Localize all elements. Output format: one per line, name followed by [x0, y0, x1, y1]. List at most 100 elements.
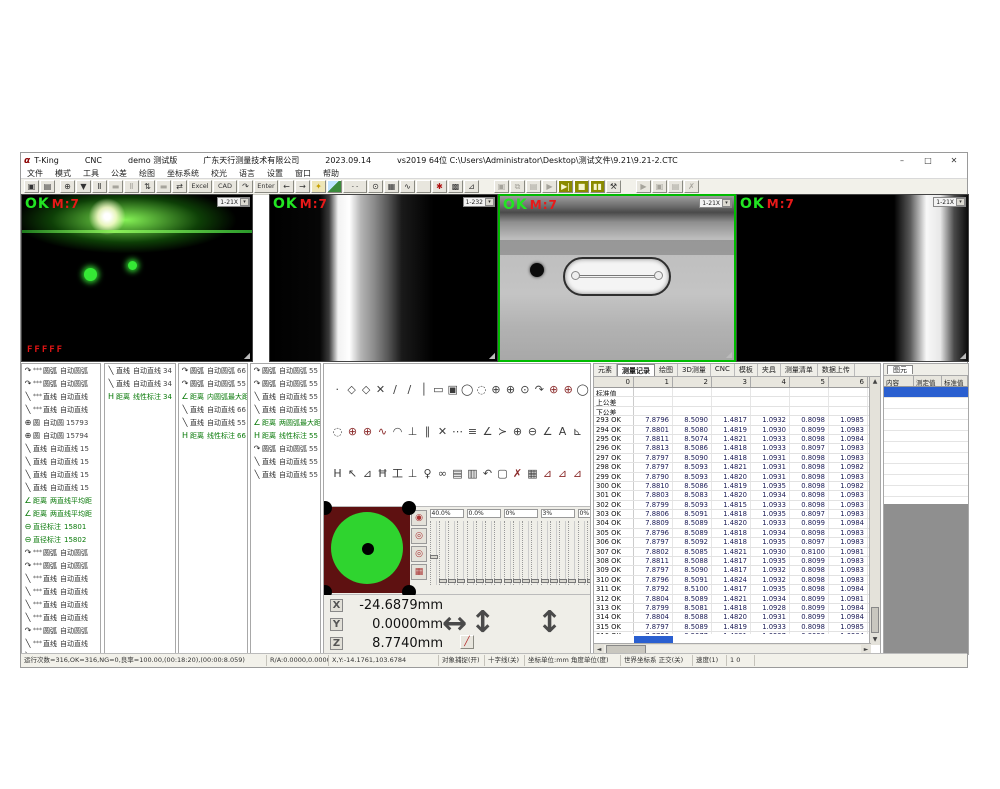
list-item[interactable]: ╲***直线自动直线: [22, 390, 100, 403]
geometry-tool-icon[interactable]: H: [330, 466, 345, 481]
element-row[interactable]: [884, 486, 968, 497]
light-slider-thumb[interactable]: [541, 579, 549, 583]
list-item[interactable]: ∠距离两直线平均距: [22, 507, 100, 520]
tab-数据上传[interactable]: 数据上传: [818, 364, 855, 376]
light-slider-thumb[interactable]: [550, 579, 558, 583]
tab-元素[interactable]: 元素: [594, 364, 617, 376]
geometry-tool-icon[interactable]: ⊾: [570, 424, 585, 439]
chart-button[interactable]: ⊿: [464, 180, 479, 193]
table-row[interactable]: 296 OK7.88138.50861.48181.09330.80971.09…: [594, 444, 880, 453]
geometry-tool-icon[interactable]: ✗: [510, 466, 525, 481]
tab-夹具[interactable]: 夹具: [758, 364, 781, 376]
image-button[interactable]: ▦: [327, 180, 342, 193]
geometry-tool-icon[interactable]: ▣: [446, 382, 460, 397]
diagonal-move-button[interactable]: ╱: [460, 635, 474, 649]
list-item[interactable]: ╲***直线自动直线: [22, 637, 100, 650]
tab-测量清单[interactable]: 测量清单: [781, 364, 818, 376]
element-row[interactable]: [884, 464, 968, 475]
list-item[interactable]: ⊕圆自动圆15794: [22, 429, 100, 442]
table-row[interactable]: 293 OK7.87968.50901.48171.09320.80981.09…: [594, 416, 880, 425]
camera-view-3[interactable]: OKM:71-21X▾◢: [498, 194, 736, 362]
light-slider-thumb[interactable]: [513, 579, 521, 583]
element-row-selected[interactable]: [884, 387, 968, 398]
geometry-tool-icon[interactable]: ∠: [480, 424, 495, 439]
cad-export-button[interactable]: CAD: [213, 180, 237, 193]
geometry-tool-icon[interactable]: ∞: [435, 466, 450, 481]
minimize-button[interactable]: –: [889, 156, 915, 165]
light-slider[interactable]: [578, 521, 585, 585]
list-item[interactable]: ╲直线自动直线15: [22, 455, 100, 468]
tab-3D测量[interactable]: 3D测量: [678, 364, 711, 376]
table-special-row[interactable]: 标准值: [594, 388, 880, 397]
table-row[interactable]: 298 OK7.87978.50931.48211.09310.80981.09…: [594, 463, 880, 472]
dither-button[interactable]: ▩: [448, 180, 463, 193]
geometry-tool-icon[interactable]: ◌: [474, 382, 488, 397]
list-item[interactable]: H距离线性标注55: [251, 429, 320, 442]
element-column-header[interactable]: 标准值: [942, 376, 968, 386]
light-slider[interactable]: [559, 521, 566, 585]
geometry-tool-icon[interactable]: ⊿: [540, 466, 555, 481]
list-item[interactable]: ╲直线自动直线15: [22, 481, 100, 494]
list-item[interactable]: ╲***直线自动直线: [22, 598, 100, 611]
probe-tool-button[interactable]: ▼: [76, 180, 91, 193]
move-tool-button[interactable]: ⇄: [172, 180, 187, 193]
enter-button-button[interactable]: Enter: [254, 180, 278, 193]
list-item[interactable]: ╲直线自动直线55: [251, 403, 320, 416]
geometry-tool-icon[interactable]: ∠: [540, 424, 555, 439]
updown-tool-button[interactable]: ⇅: [140, 180, 155, 193]
geometry-tool-icon[interactable]: ◇: [359, 382, 373, 397]
list-item[interactable]: ⊖直径标注15801: [22, 520, 100, 533]
camera-view-2[interactable]: OKM:71-232▾◢: [269, 194, 498, 362]
table-row[interactable]: 314 OK7.88048.50881.48201.09310.80991.09…: [594, 613, 880, 622]
geometry-tool-icon[interactable]: ⊕: [503, 382, 517, 397]
menu-item-公差[interactable]: 公差: [111, 168, 127, 179]
geometry-tool-icon[interactable]: 工: [390, 466, 405, 481]
list-item[interactable]: ╲***直线自动直线: [22, 611, 100, 624]
pillar-tool-button[interactable]: Ⅱ: [92, 180, 107, 193]
arrow-right-button[interactable]: →: [295, 180, 310, 193]
menu-item-语言[interactable]: 语言: [239, 168, 255, 179]
light-slider[interactable]: [513, 521, 520, 585]
play-button[interactable]: ▶: [542, 180, 557, 193]
magnification-selector[interactable]: 1-21X▾: [699, 198, 732, 208]
hatch-button[interactable]: ▦: [384, 180, 399, 193]
tab-模板[interactable]: 模板: [735, 364, 758, 376]
menu-item-工具[interactable]: 工具: [83, 168, 99, 179]
table-row[interactable]: 306 OK7.87978.50921.48181.09350.80971.09…: [594, 538, 880, 547]
table-row[interactable]: 300 OK7.88108.50861.48191.09350.80981.09…: [594, 482, 880, 491]
geometry-tool-icon[interactable]: ⊿: [360, 466, 375, 481]
camera-view-4[interactable]: OKM:71-21X▾◢: [736, 194, 969, 362]
play2-button[interactable]: ▶: [636, 180, 651, 193]
light-slider-thumb[interactable]: [485, 579, 493, 583]
list-item[interactable]: ╲直线自动直线15: [22, 468, 100, 481]
geometry-tool-icon[interactable]: ◠: [390, 424, 405, 439]
list-item[interactable]: ╲直线自动直线55: [251, 455, 320, 468]
run-button[interactable]: ⚒: [606, 180, 621, 193]
geometry-tool-icon[interactable]: ∿: [375, 424, 390, 439]
geometry-tool-icon[interactable]: ✕: [435, 424, 450, 439]
light-slider[interactable]: [587, 521, 592, 585]
geometry-tool-icon[interactable]: ◯: [460, 382, 474, 397]
copy-button[interactable]: ⧉: [510, 180, 525, 193]
chevron-down-icon[interactable]: ▾: [722, 199, 731, 207]
camera-view-1[interactable]: FFFFFOKM:71-21X▾◢: [21, 194, 253, 362]
light-slider-thumb[interactable]: [531, 579, 539, 583]
geometry-tool-icon[interactable]: ▭: [431, 382, 445, 397]
list-item[interactable]: ╲直线自动直线55: [251, 390, 320, 403]
geometry-tool-icon[interactable]: ◇: [344, 382, 358, 397]
table-row[interactable]: 311 OK7.87928.51001.48171.09350.80981.09…: [594, 585, 880, 594]
element-row[interactable]: [884, 442, 968, 453]
chevron-down-icon[interactable]: ▾: [485, 198, 494, 206]
dash-button[interactable]: - -: [343, 180, 367, 193]
light-slider-thumb[interactable]: [568, 579, 576, 583]
table-row[interactable]: 304 OK7.88098.50891.48201.09330.80991.09…: [594, 519, 880, 528]
light-slider[interactable]: [439, 521, 446, 585]
light-slider-thumb[interactable]: [430, 555, 438, 559]
element-panel-tab[interactable]: 图元: [884, 364, 968, 376]
menu-item-窗口[interactable]: 窗口: [295, 168, 311, 179]
excel-export-button[interactable]: Excel: [188, 180, 212, 193]
column-header[interactable]: 5: [790, 377, 829, 387]
element-column-header[interactable]: 内容: [884, 376, 914, 386]
table-row[interactable]: 299 OK7.87908.50931.48201.09310.80981.09…: [594, 473, 880, 482]
open3-button[interactable]: ▤: [668, 180, 683, 193]
